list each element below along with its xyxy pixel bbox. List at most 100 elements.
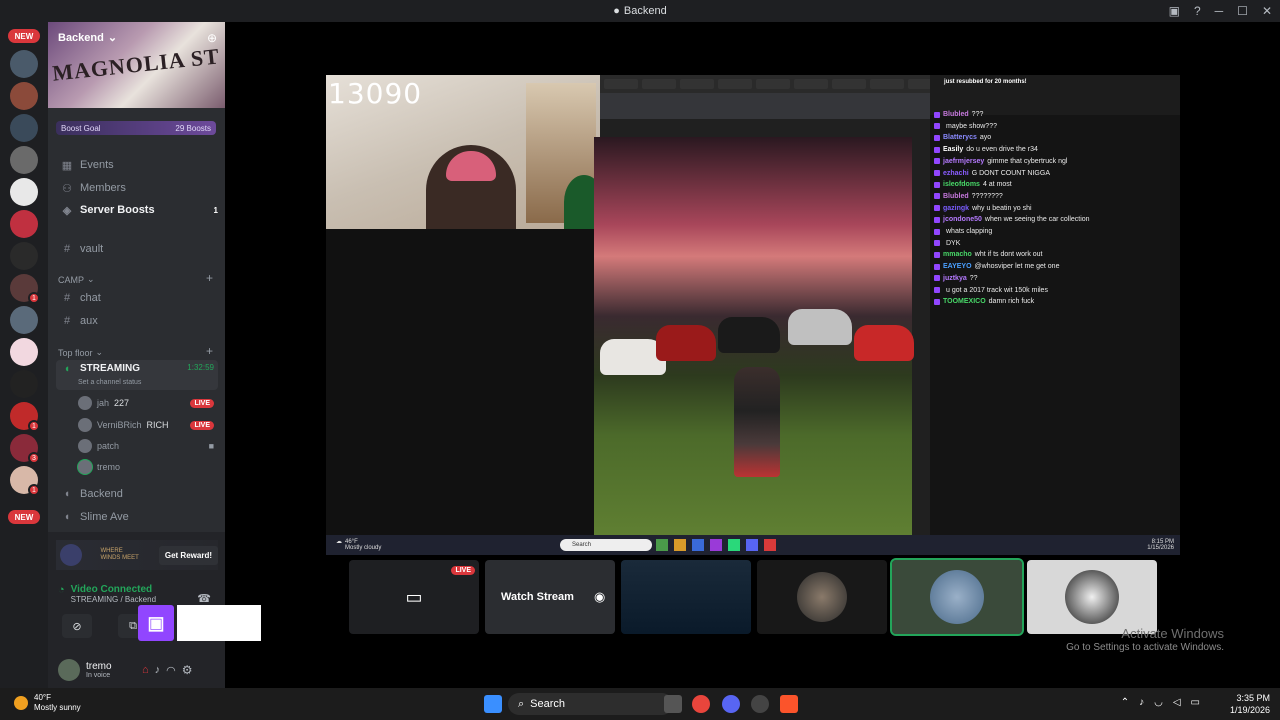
invite-icon[interactable]: ⊕	[207, 31, 217, 45]
headphones-icon[interactable]: ◠	[166, 664, 176, 677]
channel-vault[interactable]: # vault	[56, 239, 218, 259]
sub-badge-icon	[934, 263, 940, 270]
thumbnail-screen[interactable]: ▭ LIVE	[349, 560, 479, 634]
minimize-button[interactable]: ─	[1215, 4, 1224, 18]
microphone-icon[interactable]: ♪	[155, 664, 161, 676]
watch-stream-button[interactable]: Watch Stream	[501, 591, 574, 603]
voice-user[interactable]: VerniBRich RICH LIVE	[78, 416, 214, 434]
server-icon[interactable]	[10, 146, 38, 174]
volume-icon: ◁	[1172, 697, 1181, 708]
live-badge: LIVE	[190, 398, 214, 408]
thumbnail-code[interactable]	[621, 560, 751, 634]
brave-icon[interactable]	[780, 695, 798, 713]
help-icon[interactable]: ?	[1194, 4, 1201, 18]
stream-video[interactable]: 13090 just resubbed for 20 months! Blubl…	[326, 75, 1180, 555]
server-icon[interactable]	[10, 82, 38, 110]
new-badge: NEW	[8, 29, 40, 43]
promo-banner: WHERE WINDS MEET Get Reward!	[56, 540, 218, 570]
category-top-floor[interactable]: Top floor ⌄	[58, 347, 103, 358]
server-icon[interactable]	[10, 306, 38, 334]
server-name-button[interactable]: Backend ⌄	[58, 31, 117, 45]
chrome-icon[interactable]	[692, 695, 710, 713]
sidebar-item-events[interactable]: ▦ Events	[56, 155, 218, 175]
category-camp[interactable]: CAMP ⌄	[58, 274, 95, 285]
maximize-button[interactable]: ☐	[1237, 4, 1248, 18]
chat-message: ezhachi G DONT COUNT NIGGA	[934, 170, 1050, 177]
boost-goal-label: Boost Goal	[61, 123, 101, 133]
system-tray[interactable]: ⌃ ♪ ◡ ◁ ▭	[1121, 697, 1200, 708]
viewer-count-overlay: 13090	[328, 77, 423, 110]
twitch-logo-icon: ▣	[138, 605, 174, 641]
avatar	[1065, 570, 1119, 624]
sun-icon	[14, 696, 28, 710]
chat-message: gazingk why u beatin yo shi	[934, 205, 1032, 212]
taskbar-search[interactable]: ⌕ Search	[508, 693, 673, 715]
server-icon[interactable]: 3	[10, 434, 40, 464]
server-icon[interactable]	[10, 50, 38, 78]
avatar	[797, 572, 847, 622]
voice-user[interactable]: jah 227 LIVE	[78, 394, 214, 412]
new-badge: NEW	[8, 510, 40, 524]
channel-aux[interactable]: # aux	[56, 311, 218, 331]
avatar	[78, 396, 92, 410]
weather-icon: ☁	[336, 539, 342, 545]
thumbnail-user[interactable]	[890, 558, 1024, 636]
wifi-icon: ◡	[1154, 697, 1163, 708]
voice-user[interactable]: tremo	[78, 458, 120, 476]
thumbnail-user[interactable]	[757, 560, 887, 634]
add-channel-icon[interactable]: +	[206, 271, 213, 285]
voice-channel-backend[interactable]: ◖ Backend	[56, 484, 218, 504]
thumbnail-user[interactable]	[1027, 560, 1157, 634]
live-badge: LIVE	[451, 566, 475, 575]
close-button[interactable]: ✕	[1262, 4, 1272, 18]
taskbar-clock[interactable]: 3:35 PM 1/19/2026	[1230, 692, 1270, 716]
server-icon[interactable]: 1	[10, 402, 40, 432]
channel-status[interactable]: Set a channel status	[78, 379, 141, 386]
server-icon[interactable]: 1	[10, 466, 40, 496]
thumbnail-watch-stream[interactable]: Watch Stream ◉	[485, 560, 615, 634]
chat-message: u got a 2017 track wit 150k miles	[934, 287, 1048, 294]
app-icon[interactable]	[751, 695, 769, 713]
server-icon[interactable]	[10, 114, 38, 142]
twitch-chat-panel: just resubbed for 20 months! Blubled??? m…	[930, 75, 1180, 535]
server-icon[interactable]	[10, 178, 38, 206]
camera-off-button[interactable]: ⊘	[62, 614, 92, 638]
discord-icon[interactable]	[722, 695, 740, 713]
activate-windows-watermark: Activate Windows Go to Settings to activ…	[1066, 626, 1224, 654]
sub-badge-icon	[934, 158, 940, 165]
chat-message: Blubled????????	[934, 193, 1003, 200]
sub-badge-icon	[934, 111, 940, 118]
chat-text: DYK	[946, 239, 961, 247]
chat-text: why u beatin yo shi	[972, 204, 1032, 212]
sub-badge-icon	[934, 134, 940, 141]
boost-goal-bar[interactable]: Boost Goal 29 Boosts	[56, 121, 216, 135]
game-controller-icon[interactable]: ⌂	[142, 664, 149, 676]
voice-user[interactable]: patch ■	[78, 437, 214, 455]
streamer-desktop: just resubbed for 20 months! Blubled??? m…	[594, 75, 1180, 535]
settings-gear-icon[interactable]: ⚙	[182, 663, 193, 677]
avatar[interactable]	[58, 659, 80, 681]
voice-channel-slime-ave[interactable]: ◖ Slime Ave	[56, 507, 218, 527]
add-channel-icon[interactable]: +	[206, 344, 213, 358]
inbox-icon[interactable]: ▣	[1169, 4, 1180, 18]
monitor-icon: ▭	[405, 586, 423, 607]
channel-sidebar: MAGNOLIA ST Backend ⌄ ⊕ Boost Goal 29 Boo…	[48, 22, 225, 688]
server-icon[interactable]	[10, 242, 38, 270]
task-view-icon[interactable]	[664, 695, 682, 713]
sub-badge-icon	[934, 251, 940, 258]
chat-message: juztkya??	[934, 275, 978, 282]
channel-chat[interactable]: # chat	[56, 288, 218, 308]
server-icon[interactable]	[10, 210, 38, 238]
server-icon[interactable]	[10, 370, 38, 398]
get-reward-button[interactable]: Get Reward!	[158, 545, 218, 565]
chat-username: TOOMEXICO	[943, 298, 986, 306]
server-icon[interactable]	[10, 338, 38, 366]
sidebar-item-server-boosts[interactable]: ◈ Server Boosts 1	[56, 200, 218, 220]
streamer-webcam: 13090	[326, 75, 600, 229]
start-icon[interactable]	[484, 695, 502, 713]
avatar	[78, 439, 92, 453]
chat-message: Easily do u even drive the r34	[934, 146, 1038, 153]
taskbar-weather[interactable]: 40°F Mostly sunny	[14, 693, 81, 713]
sidebar-item-members[interactable]: ⚇ Members	[56, 178, 218, 198]
server-icon[interactable]: 1	[10, 274, 40, 304]
